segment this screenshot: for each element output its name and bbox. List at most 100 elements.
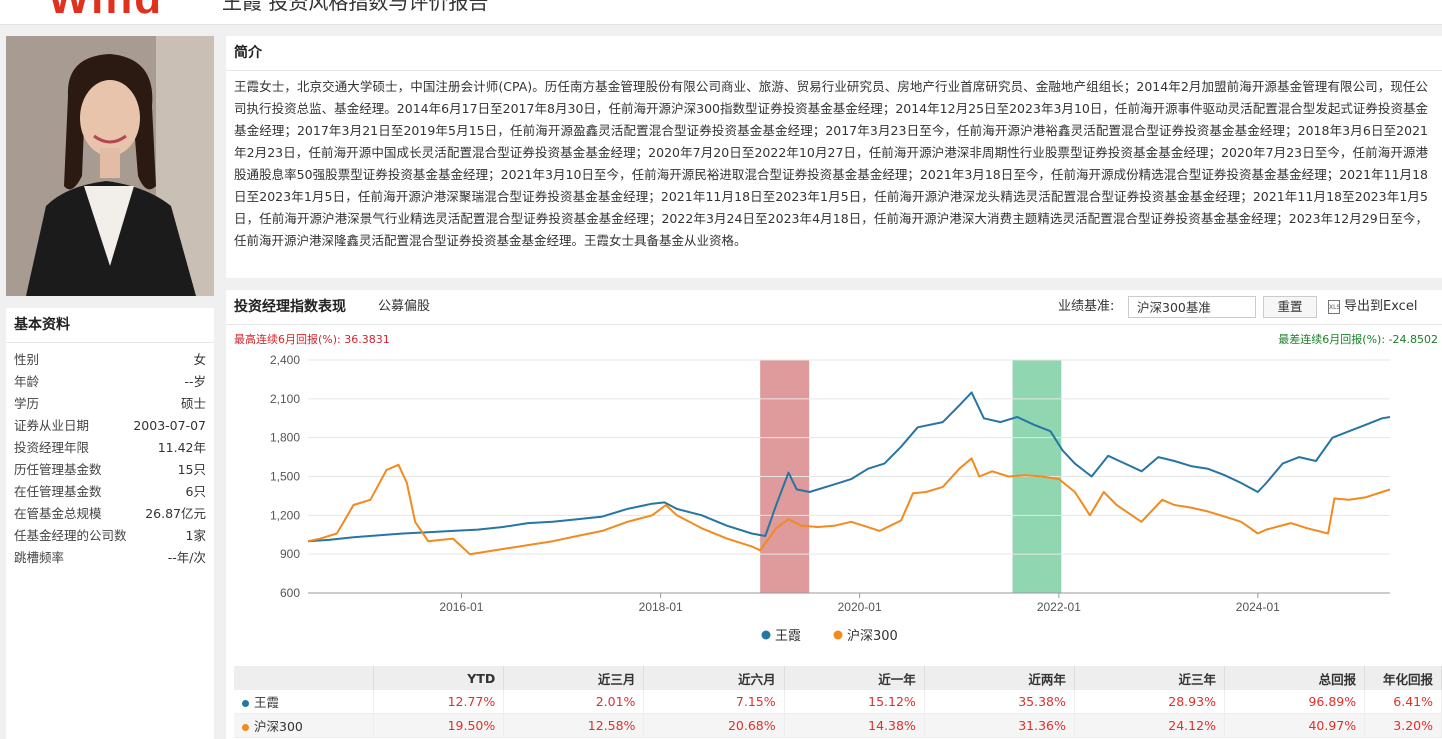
cell-2y: 31.36% [924, 713, 1075, 738]
info-value: 2003-07-07 [133, 418, 206, 433]
info-row-companies: 任基金经理的公司数 1家 [6, 525, 214, 547]
info-value: 6只 [185, 484, 206, 499]
cell-annual: 6.41% [1364, 690, 1442, 714]
manager-index-panel: 投资经理指数表现 公募偏股 业绩基准: 沪深300基准 重置 XLS 导出到Exc… [226, 290, 1442, 739]
info-value: 26.87亿元 [145, 506, 206, 521]
x-tick-label: 2024-01 [1236, 600, 1280, 614]
benchmark-label: 业绩基准: [1058, 299, 1115, 314]
export-excel-button[interactable]: XLS 导出到Excel [1328, 290, 1417, 324]
info-label: 历任管理基金数 [14, 462, 102, 477]
export-label: 导出到Excel [1344, 299, 1418, 314]
y-tick-label: 1,500 [270, 470, 300, 484]
row-name-cell: 王霞 [234, 690, 374, 714]
y-tick-label: 900 [280, 547, 300, 561]
info-label: 年龄 [14, 374, 40, 389]
info-row-aum: 在管基金总规模 26.87亿元 [6, 503, 214, 525]
col-header-total: 总回报 [1224, 666, 1366, 690]
cell-total: 96.89% [1224, 690, 1366, 714]
legend-marker-icon [761, 630, 771, 640]
y-tick-label: 2,400 [270, 353, 300, 367]
info-label: 证券从业日期 [14, 418, 90, 433]
info-row-years: 投资经理年限 11.42年 [6, 437, 214, 459]
x-tick-label: 2016-01 [439, 600, 483, 614]
info-label: 性别 [14, 352, 40, 367]
manager-photo [6, 36, 214, 296]
info-label: 在任管理基金数 [14, 484, 102, 499]
table-header-row: YTD 近三月 近六月 近一年 近两年 近三年 总回报 年化回报 [234, 666, 1442, 690]
col-header-annual: 年化回报 [1364, 666, 1442, 690]
legend-marker-icon [833, 630, 843, 640]
cell-ytd: 12.77% [373, 690, 505, 714]
cell-3y: 28.93% [1074, 690, 1225, 714]
y-tick-label: 1,800 [270, 431, 300, 445]
legend-label: 王霞 [775, 629, 801, 644]
fund-category-tab[interactable]: 公募偏股 [378, 290, 430, 324]
info-row-job-hop: 跳槽频率 --年/次 [6, 547, 214, 569]
info-value: 女 [193, 352, 206, 367]
info-value: 11.42年 [157, 440, 206, 455]
top-banner: Wind 王霞 投资风格指数与评价报告 [0, 0, 1442, 25]
info-row-gender: 性别 女 [6, 349, 214, 371]
basic-info-panel: 基本资料 性别 女 年龄 --岁 学历 硕士 证券从业日期 2003-07-07 投资经… [6, 308, 214, 739]
series-dot-icon [242, 700, 249, 707]
info-label: 在管基金总规模 [14, 506, 102, 521]
intro-title: 简介 [226, 36, 1442, 71]
cell-6m: 20.68% [643, 713, 785, 738]
performance-table: YTD 近三月 近六月 近一年 近两年 近三年 总回报 年化回报 王霞 12.7… [234, 666, 1442, 738]
excel-icon: XLS [1328, 299, 1340, 314]
x-tick-label: 2020-01 [838, 600, 882, 614]
info-value: --岁 [184, 374, 206, 389]
cell-3m: 12.58% [503, 713, 645, 738]
info-value: 1家 [185, 528, 206, 543]
series-line-王霞 [307, 391, 1391, 543]
cell-2y: 35.38% [924, 690, 1075, 714]
info-row-education: 学历 硕士 [6, 393, 214, 415]
y-tick-label: 1,200 [270, 508, 300, 522]
basic-info-list: 性别 女 年龄 --岁 学历 硕士 证券从业日期 2003-07-07 投资经理年限 11… [6, 343, 214, 569]
col-header-name [234, 666, 374, 690]
series-dot-icon [242, 724, 249, 731]
wind-logo: Wind [48, 0, 163, 24]
row-name: 沪深300 [254, 719, 303, 734]
reset-button[interactable]: 重置 [1263, 296, 1317, 318]
x-tick-label: 2022-01 [1037, 600, 1081, 614]
manager-portrait-image [6, 36, 214, 296]
col-header-ytd: YTD [373, 666, 505, 690]
cell-total: 40.97% [1224, 713, 1366, 738]
y-tick-label: 2,100 [270, 392, 300, 406]
chart-toolbar: 投资经理指数表现 公募偏股 业绩基准: 沪深300基准 重置 XLS 导出到Exc… [226, 290, 1442, 325]
cell-1y: 15.12% [784, 690, 925, 714]
col-header-6m: 近六月 [643, 666, 785, 690]
info-value: 15只 [177, 462, 206, 477]
benchmark-select[interactable]: 沪深300基准 [1128, 296, 1256, 318]
intro-panel: 简介 王霞女士，北京交通大学硕士，中国注册会计师(CPA)。历任南方基金管理股份… [226, 36, 1442, 278]
info-value: 硕士 [180, 396, 206, 411]
cell-1y: 14.38% [784, 713, 925, 738]
info-label: 学历 [14, 396, 40, 411]
page-heading: 王霞 投资风格指数与评价报告 [222, 0, 489, 14]
col-header-3y: 近三年 [1074, 666, 1225, 690]
col-header-3m: 近三月 [503, 666, 645, 690]
basic-info-title: 基本资料 [6, 308, 214, 343]
info-label: 跳槽频率 [14, 550, 65, 565]
info-value: --年/次 [167, 550, 206, 565]
x-tick-label: 2018-01 [639, 600, 683, 614]
cell-6m: 7.15% [643, 690, 785, 714]
info-row-total-funds: 历任管理基金数 15只 [6, 459, 214, 481]
info-row-current-funds: 在任管理基金数 6只 [6, 481, 214, 503]
y-tick-label: 600 [280, 586, 300, 600]
col-header-1y: 近一年 [784, 666, 925, 690]
col-header-2y: 近两年 [924, 666, 1075, 690]
table-row: 沪深300 19.50% 12.58% 20.68% 14.38% 31.36%… [234, 713, 1442, 738]
row-name-cell: 沪深300 [234, 713, 374, 738]
cell-3m: 2.01% [503, 690, 645, 714]
chart-panel-title: 投资经理指数表现 [234, 299, 346, 315]
info-row-career-start: 证券从业日期 2003-07-07 [6, 415, 214, 437]
info-label: 任基金经理的公司数 [14, 528, 127, 543]
cell-annual: 3.20% [1364, 713, 1442, 738]
legend-label: 沪深300 [847, 628, 898, 644]
info-row-age: 年龄 --岁 [6, 371, 214, 393]
cell-3y: 24.12% [1074, 713, 1225, 738]
info-label: 投资经理年限 [14, 440, 90, 455]
cell-ytd: 19.50% [373, 713, 505, 738]
